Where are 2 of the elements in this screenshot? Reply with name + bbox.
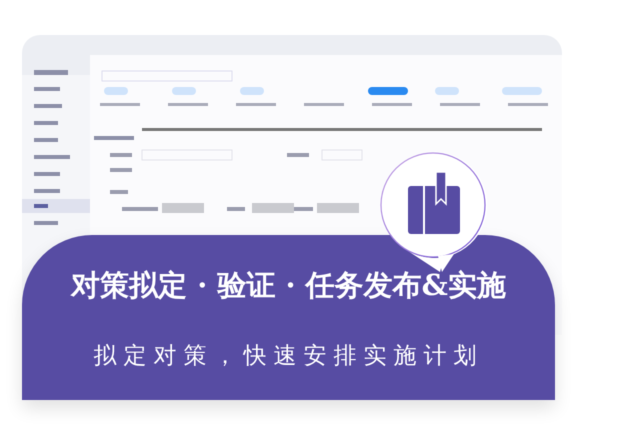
banner-title: 对策拟定 · 验证 · 任务发布&实施: [69, 268, 507, 303]
banner-subtitle: 拟定对策，快速安排实施计划: [92, 343, 484, 371]
